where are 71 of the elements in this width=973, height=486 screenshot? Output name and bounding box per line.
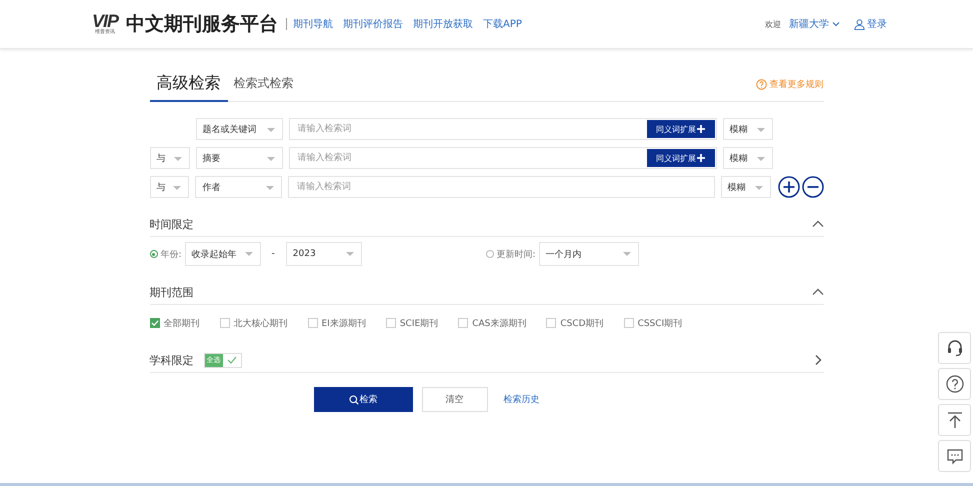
search-field[interactable]: 请输入检索词 xyxy=(288,176,715,198)
nav-link[interactable]: 期刊导航 xyxy=(293,17,334,31)
help-icon xyxy=(944,374,964,394)
field-select[interactable]: 摘要 xyxy=(196,147,282,169)
checkbox[interactable] xyxy=(546,318,556,328)
help-button[interactable] xyxy=(938,368,971,400)
logic-select[interactable]: 与 xyxy=(150,176,190,198)
journal-type-label: CSCD期刊 xyxy=(560,318,604,330)
end-year-select[interactable]: 2023 xyxy=(286,242,362,266)
add-row-icon[interactable] xyxy=(778,176,800,198)
keyword-input[interactable]: 请输入检索词 xyxy=(295,181,713,193)
radio-button[interactable] xyxy=(150,250,158,258)
field-select[interactable]: 作者 xyxy=(195,176,282,198)
checkbox[interactable] xyxy=(150,318,160,328)
platform-title: 中文期刊服务平台 xyxy=(126,12,278,37)
time-option-label: 更新时间: xyxy=(496,248,536,260)
checkbox[interactable] xyxy=(458,318,468,328)
chevron-up-icon[interactable] xyxy=(812,288,824,296)
search-icon xyxy=(348,394,358,404)
search-field[interactable]: 请输入检索词 同义词扩展 xyxy=(288,147,716,169)
section-title: 期刊范围 xyxy=(150,284,194,300)
synonym-expand-button[interactable]: 同义词扩展 xyxy=(646,120,714,138)
nav-link[interactable]: 下载APP xyxy=(483,17,522,31)
checkbox[interactable] xyxy=(308,318,318,328)
update-time-select[interactable]: 一个月内 xyxy=(538,242,639,266)
checkbox[interactable] xyxy=(220,318,230,328)
login-link[interactable]: 登录 xyxy=(854,17,887,31)
check-icon xyxy=(226,356,236,364)
time-option-label: 年份: xyxy=(160,248,182,260)
match-select[interactable]: 模糊 xyxy=(722,147,772,169)
search-history-link[interactable]: 检索历史 xyxy=(504,393,540,406)
start-year-select[interactable]: 收录起始年 xyxy=(184,242,261,266)
range-separator: - xyxy=(272,249,275,259)
checkbox[interactable] xyxy=(386,318,396,328)
journal-type-label: CAS来源期刊 xyxy=(472,318,526,330)
user-icon xyxy=(854,18,865,30)
logic-select[interactable]: 与 xyxy=(150,147,190,169)
customer-service-button[interactable] xyxy=(938,332,971,364)
plus-icon xyxy=(697,154,705,162)
welcome-text: 欢迎 xyxy=(765,18,781,30)
journal-type-label: CSSCI期刊 xyxy=(638,318,682,330)
search-tab[interactable]: 检索式检索 xyxy=(228,67,300,102)
search-field[interactable]: 请输入检索词 同义词扩展 xyxy=(288,118,716,140)
journal-type-label: 北大核心期刊 xyxy=(234,318,288,330)
checkbox[interactable] xyxy=(624,318,634,328)
section-title: 学科限定 xyxy=(150,352,194,368)
journal-type-label: 全部期刊 xyxy=(164,318,200,330)
logo-mark: VIP xyxy=(92,13,118,29)
feedback-button[interactable] xyxy=(938,440,971,472)
chevron-down-icon xyxy=(832,21,840,27)
keyword-input[interactable]: 请输入检索词 xyxy=(296,123,646,135)
institution-dropdown[interactable]: 新疆大学 xyxy=(789,17,840,31)
section-title: 时间限定 xyxy=(150,216,194,232)
plus-icon xyxy=(697,125,705,133)
nav-link[interactable]: 期刊评价报告 xyxy=(343,17,404,31)
journal-type-label: EI来源期刊 xyxy=(322,318,366,330)
remove-row-icon[interactable] xyxy=(802,176,824,198)
match-select[interactable]: 模糊 xyxy=(720,176,770,198)
search-tab[interactable]: 高级检索 xyxy=(150,67,228,102)
back-to-top-button[interactable] xyxy=(938,404,971,436)
keyword-input[interactable]: 请输入检索词 xyxy=(296,152,646,164)
chevron-up-icon[interactable] xyxy=(812,220,824,228)
synonym-expand-button[interactable]: 同义词扩展 xyxy=(646,149,714,167)
clear-button[interactable]: 清空 xyxy=(422,387,488,412)
search-button[interactable]: 检索 xyxy=(314,387,412,412)
match-select[interactable]: 模糊 xyxy=(722,118,772,140)
journal-type-label: SCIE期刊 xyxy=(400,318,438,330)
nav-link[interactable]: 期刊开放获取 xyxy=(413,17,474,31)
field-select[interactable]: 题名或关键词 xyxy=(196,118,282,140)
help-icon xyxy=(756,78,766,90)
radio-button[interactable] xyxy=(486,250,494,258)
